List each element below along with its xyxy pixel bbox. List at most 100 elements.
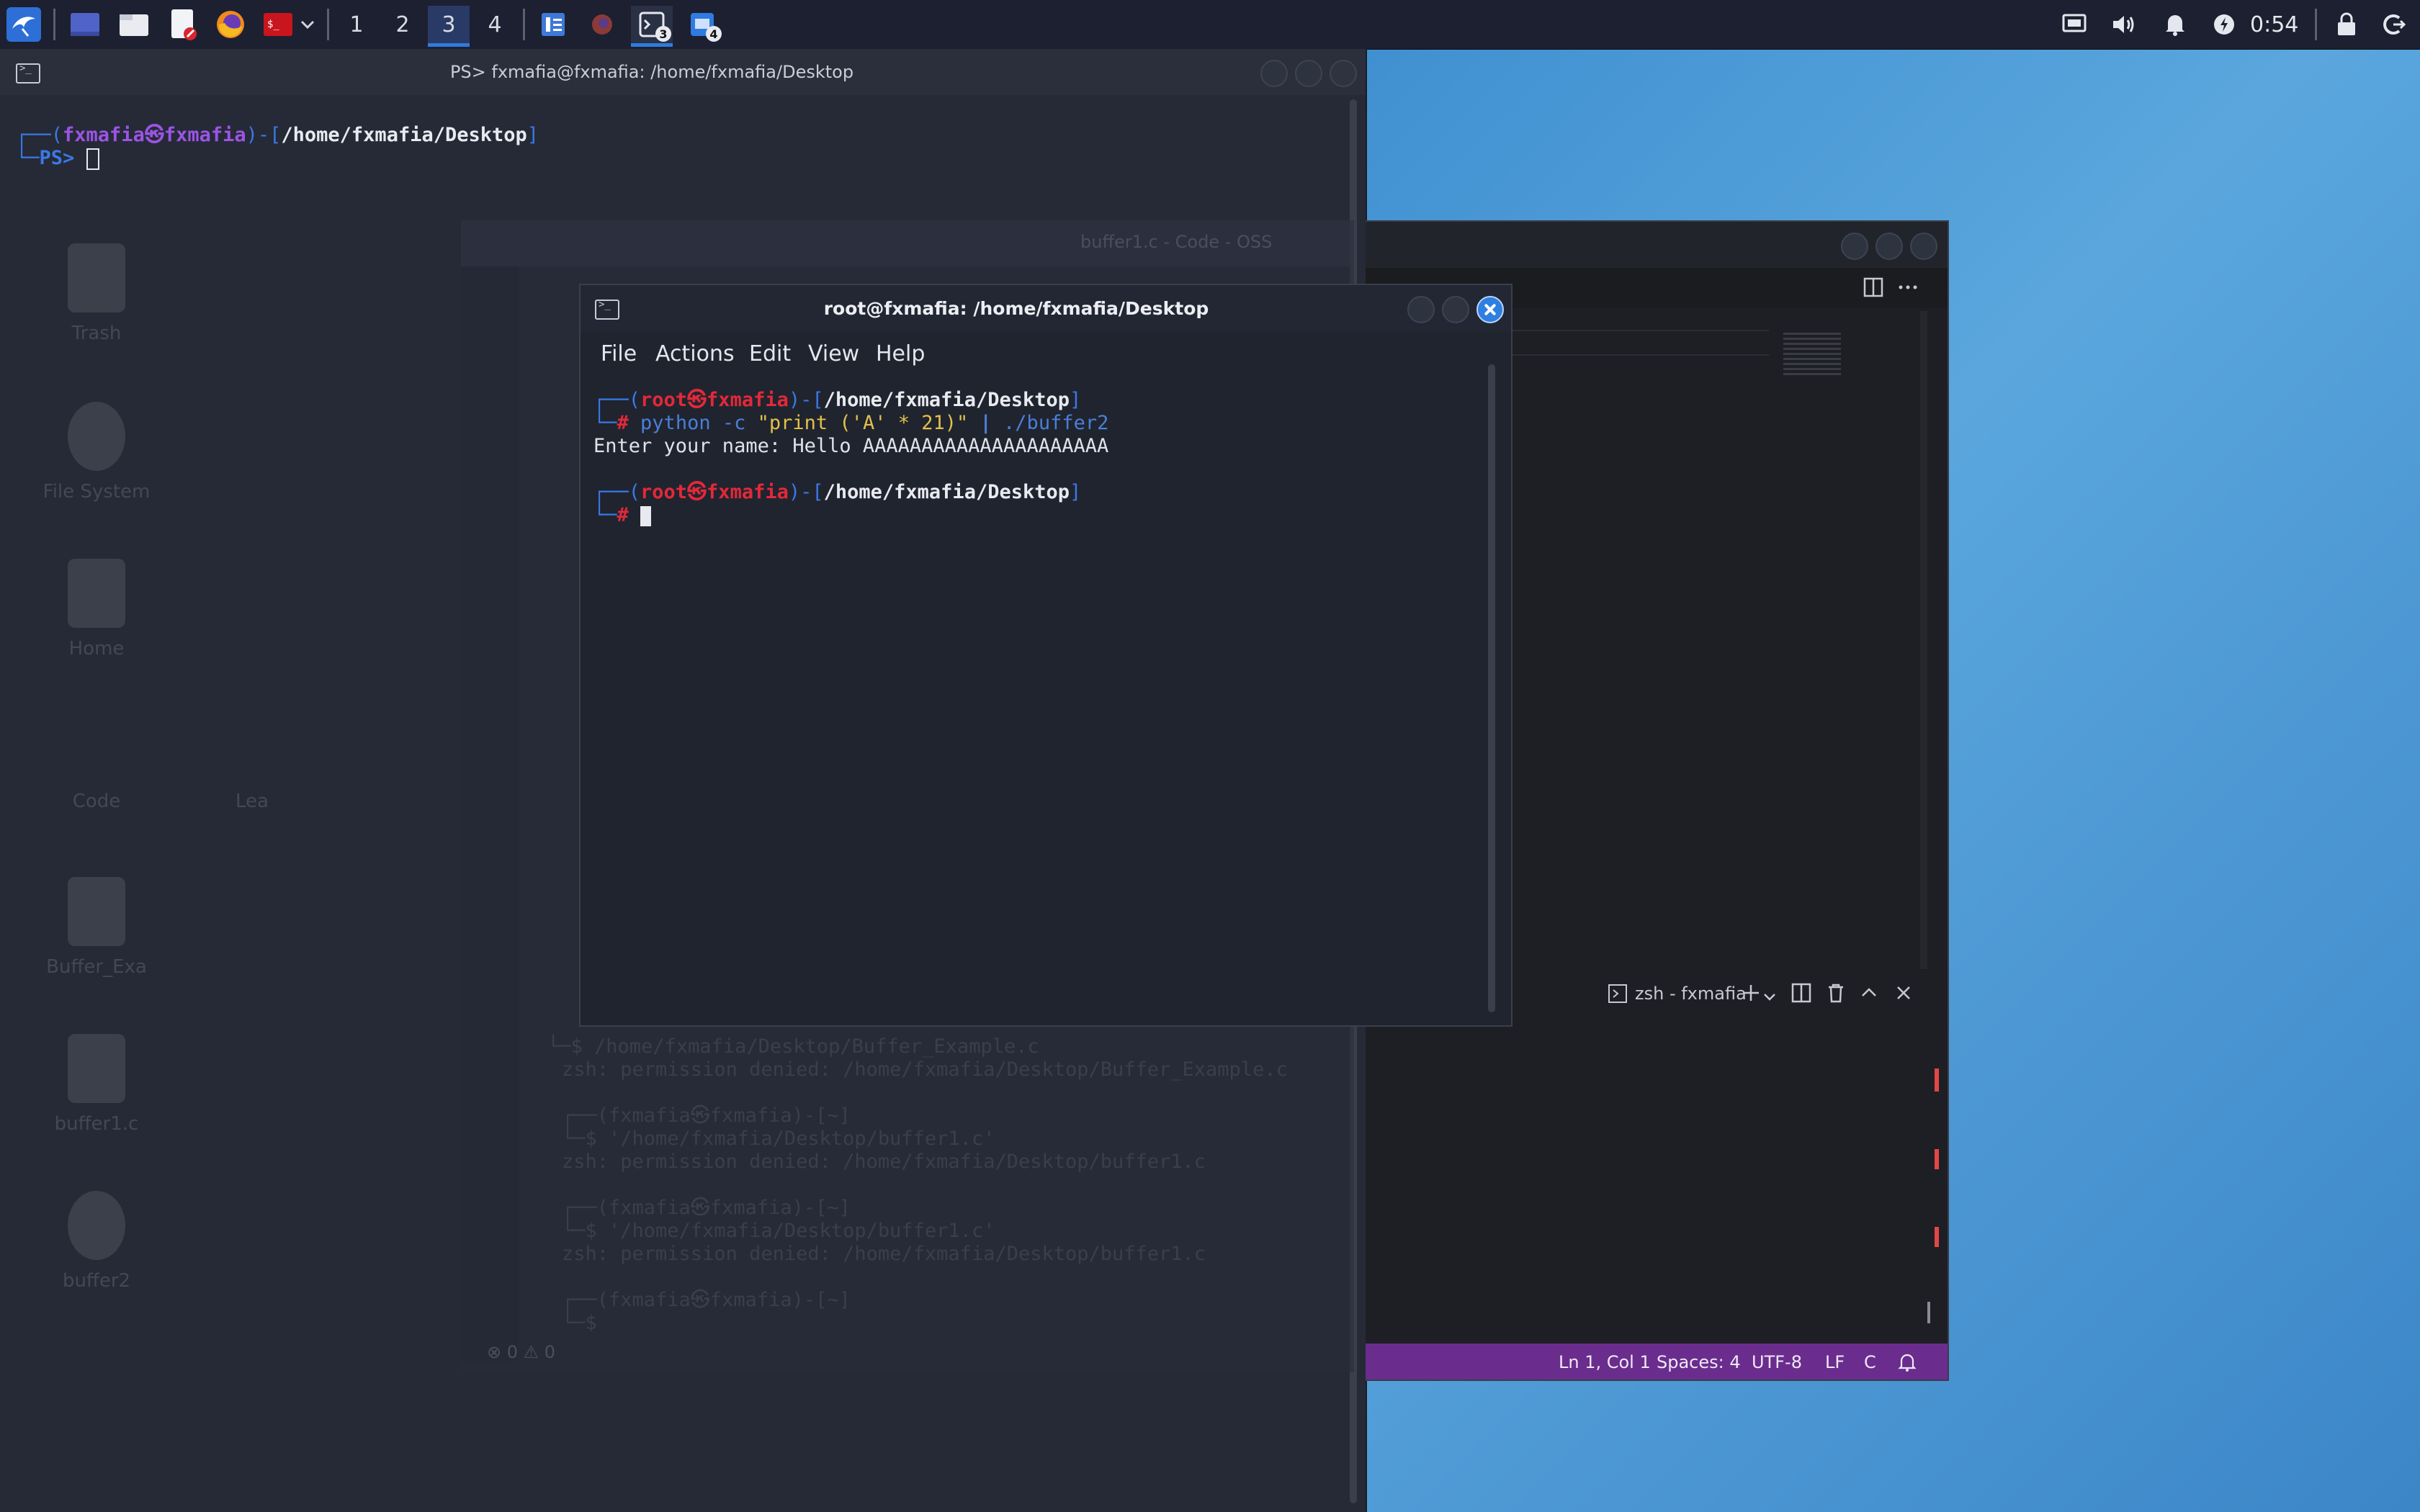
menu-view[interactable]: View (808, 341, 859, 366)
split-editor-icon[interactable] (1863, 276, 1884, 301)
menu-actions[interactable]: Actions (655, 341, 735, 366)
close-button[interactable] (1476, 296, 1504, 323)
scroll-marker (1935, 1068, 1939, 1089)
desktop-icon-code[interactable]: Code (32, 791, 161, 812)
maximize-button[interactable] (1876, 233, 1903, 260)
lock-icon[interactable] (2331, 6, 2362, 43)
taskbar-separator (327, 9, 329, 40)
c-file-icon (68, 877, 125, 946)
vscode-ghost-titlebar: buffer1.c - Code - OSS (461, 220, 1354, 266)
gear-icon (68, 1191, 125, 1260)
root-window-title: root@fxmafia: /home/fxmafia/Desktop (823, 297, 1209, 319)
language-mode[interactable]: C (1864, 1352, 1876, 1372)
root-output-line: Enter your name: Hello AAAAAAAAAAAAAAAAA… (593, 435, 1109, 457)
power-manager-icon[interactable] (2208, 6, 2240, 43)
ps-prompt-line2[interactable]: └─PS> (16, 147, 99, 170)
root-menubar: File Actions Edit View Help (581, 331, 1511, 374)
svg-text:$_: $_ (267, 19, 279, 30)
terminal-tab-label[interactable]: zsh - fxmafia (1635, 984, 1747, 1004)
vscode-task-icon[interactable] (533, 6, 573, 43)
ps-window-title: PS> fxmafia@fxmafia: /home/fxmafia/Deskt… (449, 62, 854, 82)
firefox-task-icon[interactable] (582, 6, 622, 43)
taskbar-separator (53, 9, 55, 40)
vscode-ghost-title: buffer1.c - Code - OSS (1080, 232, 1273, 252)
menu-help[interactable]: Help (876, 341, 925, 366)
vscode-ghost-terminal-line: └─$ /home/fxmafia/Desktop/Buffer_Example… (547, 1035, 1039, 1058)
root-scrollbar[interactable] (1488, 364, 1495, 1012)
more-actions-icon[interactable] (1897, 276, 1919, 301)
logout-icon[interactable] (2378, 6, 2410, 43)
text-editor-icon[interactable] (163, 6, 203, 43)
desktop-icon-buffer2[interactable]: buffer2 (32, 1191, 161, 1292)
maximize-button[interactable] (1442, 296, 1469, 323)
encoding[interactable]: UTF-8 (1752, 1352, 1802, 1372)
workspace-1[interactable]: 1 (336, 6, 377, 43)
vscode-ghost-activitybar (461, 266, 519, 1361)
root-window-titlebar[interactable]: root@fxmafia: /home/fxmafia/Desktop (581, 285, 1511, 331)
indentation[interactable]: Spaces: 4 (1657, 1352, 1741, 1372)
root-command-line: └─# python -c "print ('A' * 21)" | ./buf… (593, 412, 1109, 434)
desktop-icon-home[interactable]: Home (32, 559, 161, 660)
desktop-icon-buffer-example[interactable]: Buffer_Exa (32, 877, 161, 978)
notification-bell-icon[interactable] (2159, 6, 2191, 43)
close-icon[interactable] (1894, 984, 1913, 1007)
ps-prompt-line1: ┌──(fxmafia㉿fxmafia)-[/home/fxmafia/Desk… (16, 124, 539, 146)
desktop-icon-filesystem[interactable]: File System (32, 402, 161, 503)
display-icon[interactable] (2058, 6, 2090, 43)
close-button[interactable] (1330, 60, 1357, 87)
terminal-launcher-icon[interactable]: $_ (258, 6, 298, 43)
scroll-marker (1935, 1227, 1939, 1247)
chevron-up-icon[interactable] (1860, 984, 1878, 1007)
cursor-position[interactable]: Ln 1, Col 1 (1559, 1352, 1651, 1372)
taskbar: $_ 1 2 3 4 3 4 0:54 (0, 0, 2420, 50)
show-desktop-icon[interactable] (65, 6, 105, 43)
chevron-down-icon[interactable] (1763, 986, 1776, 1007)
vscode-ghost-terminal-line: zsh: permission denied: /home/fxmafia/De… (562, 1058, 1288, 1081)
desktop-icon-buffer1[interactable]: buffer1.c (32, 1034, 161, 1135)
terminal-scrollbar[interactable] (1927, 1302, 1930, 1323)
file-manager-icon[interactable] (114, 6, 154, 43)
vscode-ghost-terminal-line: ┌──(fxmafia㉿fxmafia)-[~] (562, 1197, 851, 1219)
workspace-3[interactable]: 3 (428, 6, 470, 47)
desktop-icon-trash[interactable]: Trash (32, 243, 161, 344)
minimap[interactable] (1783, 333, 1841, 376)
vscode-titlebar[interactable] (1366, 222, 1948, 268)
vscode-ghost-terminal-line: └─$ '/home/fxmafia/Desktop/buffer1.c' (562, 1128, 995, 1150)
terminal-cursor (640, 505, 652, 526)
line-ending[interactable]: LF (1825, 1352, 1845, 1372)
c-file-icon (68, 1034, 125, 1103)
notification-bell-icon[interactable] (1897, 1352, 1917, 1377)
minimize-button[interactable] (1841, 233, 1868, 260)
minimize-button[interactable] (1260, 60, 1288, 87)
desktop-icon-lea[interactable]: Lea (187, 791, 317, 812)
root-prompt-line1: ┌──(root㉿fxmafia)-[/home/fxmafia/Desktop… (593, 389, 1082, 411)
new-terminal-icon[interactable] (1740, 982, 1762, 1008)
terminal-task-icon[interactable]: 3 (631, 6, 673, 47)
volume-icon[interactable] (2109, 6, 2141, 43)
menu-edit[interactable]: Edit (749, 341, 791, 366)
menu-file[interactable]: File (601, 341, 637, 366)
close-button[interactable] (1910, 233, 1937, 260)
home-icon (68, 559, 125, 628)
scroll-marker (1935, 1149, 1939, 1169)
kali-menu-icon[interactable] (3, 6, 45, 43)
workspace-2[interactable]: 2 (382, 6, 424, 43)
vscode-terminal-panel[interactable] (1366, 1014, 1939, 1341)
trash-icon[interactable] (1825, 982, 1847, 1008)
maximize-button[interactable] (1295, 60, 1322, 87)
minimize-button[interactable] (1407, 296, 1435, 323)
root-input-line[interactable]: └─# (593, 504, 652, 527)
chevron-down-icon[interactable] (297, 6, 318, 43)
editor-scrollbar[interactable] (1920, 311, 1927, 969)
vscode-ghost-terminal-line: zsh: permission denied: /home/fxmafia/De… (562, 1243, 1206, 1265)
root-terminal-window[interactable]: root@fxmafia: /home/fxmafia/Desktop File… (579, 284, 1512, 1027)
clock[interactable]: 0:54 (2250, 6, 2298, 43)
root-prompt-line1: ┌──(root㉿fxmafia)-[/home/fxmafia/Desktop… (593, 481, 1082, 503)
workspace-4[interactable]: 4 (474, 6, 516, 43)
firefox-icon[interactable] (210, 6, 251, 43)
ps-window-titlebar[interactable]: PS> fxmafia@fxmafia: /home/fxmafia/Deskt… (0, 49, 1366, 95)
taskbar-separator (2315, 9, 2317, 40)
split-terminal-icon[interactable] (1791, 982, 1812, 1008)
vscode-window-task-icon[interactable]: 4 (681, 6, 723, 43)
vscode-ghost-terminal-line: └─$ '/home/fxmafia/Desktop/buffer1.c' (562, 1220, 995, 1242)
